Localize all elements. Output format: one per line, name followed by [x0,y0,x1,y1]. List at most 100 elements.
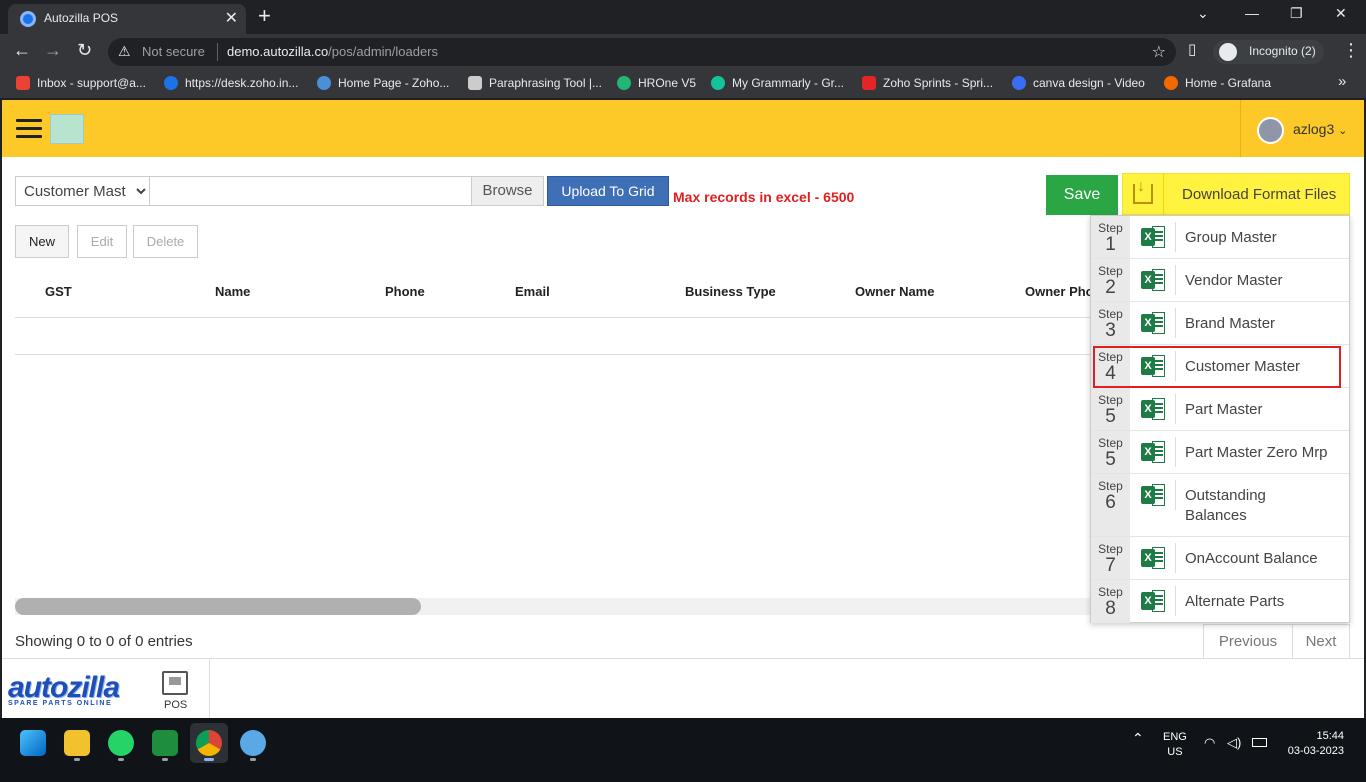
file-explorer-icon[interactable] [64,730,90,756]
edit-button[interactable]: Edit [77,225,127,258]
bookmark-label: Home Page - Zoho... [338,76,450,90]
bookmark-item[interactable]: My Grammarly - Gr... [711,76,844,90]
back-arrow-icon[interactable]: ← [13,40,31,61]
pos-icon[interactable] [162,671,188,695]
column-header-phone[interactable]: Phone [385,284,425,299]
dropdown-item-customer-master[interactable]: Step 4 X Customer Master [1091,345,1349,388]
paint-icon[interactable] [240,730,266,756]
column-header-gst[interactable]: GST [45,284,72,299]
bookmarks-overflow-button[interactable]: » [1338,73,1346,90]
restore-icon[interactable]: ❐ [1290,5,1303,22]
item-divider [1175,543,1176,573]
volume-icon[interactable]: ◁) [1227,735,1241,751]
column-header-business-type[interactable]: Business Type [685,284,776,299]
chrome-icon[interactable] [196,730,222,756]
dropdown-item-label: Part Master Zero Mrp [1185,444,1328,461]
google-chat-icon[interactable] [152,730,178,756]
battery-icon[interactable] [1252,738,1267,747]
clock-date: 03-03-2023 [1287,745,1344,757]
step-badge: Step 4 [1091,345,1130,387]
dropdown-item-label: Brand Master [1185,315,1276,332]
master-type-select[interactable]: Customer Mast [15,176,150,206]
bookmark-star-icon[interactable]: ☆ [1152,42,1166,62]
step-number: 1 [1105,234,1116,255]
bookmark-item[interactable]: https://desk.zoho.in... [164,76,298,90]
zoho-desk-icon [164,76,178,90]
app-logo[interactable] [50,114,84,144]
tab-search-icon[interactable]: ⌄ [1197,5,1209,22]
next-page-button[interactable]: Next [1292,624,1350,659]
reload-icon[interactable]: ↻ [77,40,92,61]
step-badge: Step 3 [1091,302,1130,344]
address-bar[interactable]: ⚠ Not secure demo.autozilla.co/pos/admin… [108,38,1176,66]
user-menu[interactable]: azlog3 ⌄ [1240,100,1364,157]
bookmark-item[interactable]: Paraphrasing Tool |... [468,76,602,90]
file-path-input[interactable] [150,176,472,206]
bookmark-item[interactable]: HROne V5 [617,76,696,90]
dropdown-item-part-master[interactable]: Step 5 X Part Master [1091,388,1349,431]
bookmark-label: https://desk.zoho.in... [185,76,299,90]
dropdown-item-vendor-master[interactable]: Step 2 X Vendor Master [1091,259,1349,302]
menu-kebab-icon[interactable]: ⋮ [1342,40,1360,61]
bookmark-item[interactable]: Inbox - support@a... [16,76,146,90]
excel-icon: X [1141,312,1165,334]
step-badge: Step 2 [1091,259,1130,301]
dropdown-item-onaccount-balance[interactable]: Step 7 X OnAccount Balance [1091,537,1349,580]
step-badge: Step 8 [1091,580,1130,623]
bookmark-item[interactable]: Home - Grafana [1164,76,1271,90]
dropdown-item-part-master-zero-mrp[interactable]: Step 5 X Part Master Zero Mrp [1091,431,1349,474]
upload-to-grid-button[interactable]: Upload To Grid [547,176,669,206]
system-clock[interactable]: 15:44 03-03-2023 [1288,729,1344,759]
item-divider [1175,394,1176,424]
gmail-icon [16,76,30,90]
step-number: 5 [1105,406,1116,427]
step-number: 5 [1105,449,1116,470]
hamburger-menu-icon[interactable] [16,119,42,139]
column-header-name[interactable]: Name [215,284,250,299]
browse-button[interactable]: Browse [471,176,544,206]
scrollbar-thumb[interactable] [15,598,421,615]
dropdown-item-label: Alternate Parts [1185,593,1285,610]
autozilla-logo[interactable]: autozilla SPARE PARTS ONLINE [8,671,136,711]
download-format-files-button[interactable]: Download Format Files [1122,173,1350,216]
language-indicator[interactable]: ENG US [1163,730,1187,760]
minimize-icon[interactable]: — [1245,5,1259,21]
dropdown-item-outstanding-balances[interactable]: Step 6 X Outstanding Balances [1091,474,1349,537]
window-close-icon[interactable]: ✕ [1335,5,1347,22]
step-label: Step [1098,307,1123,321]
forward-arrow-icon[interactable]: → [44,40,62,61]
column-header-owner-name[interactable]: Owner Name [855,284,934,299]
wifi-icon[interactable]: ◠ [1204,735,1215,751]
windows-start-icon[interactable] [20,730,46,756]
previous-page-button[interactable]: Previous [1203,624,1293,659]
step-label: Step [1098,585,1123,599]
hrone-icon [617,76,631,90]
bookmark-item[interactable]: Home Page - Zoho... [317,76,449,90]
bookmark-item[interactable]: Zoho Sprints - Spri... [862,76,993,90]
side-panel-icon[interactable]: ▯ [1188,40,1196,58]
show-hidden-icons-chevron-icon[interactable]: ⌃ [1132,730,1144,747]
step-label: Step [1098,350,1123,364]
save-button[interactable]: Save [1046,175,1118,215]
pos-label[interactable]: POS [164,699,187,711]
region-label: US [1167,746,1183,758]
url-path: /pos/admin/loaders [328,44,439,59]
dropdown-item-group-master[interactable]: Step 1 X Group Master [1091,216,1349,259]
new-button[interactable]: New [15,225,69,258]
close-tab-icon[interactable]: ✕ [225,8,238,28]
new-tab-button[interactable]: + [258,3,271,29]
incognito-indicator[interactable]: Incognito (2) [1213,40,1324,64]
whatsapp-icon[interactable] [108,730,134,756]
column-header-owner-phone[interactable]: Owner Pho [1025,284,1094,299]
dropdown-item-label: OnAccount Balance [1185,550,1318,567]
step-label: Step [1098,542,1123,556]
delete-button[interactable]: Delete [133,225,198,258]
dropdown-item-brand-master[interactable]: Step 3 X Brand Master [1091,302,1349,345]
column-header-email[interactable]: Email [515,284,550,299]
dropdown-item-alternate-parts[interactable]: Step 8 X Alternate Parts [1091,580,1349,623]
bookmark-item[interactable]: canva design - Video [1012,76,1145,90]
running-indicator [118,758,124,761]
browser-tab[interactable]: Autozilla POS ✕ [8,4,246,34]
download-format-dropdown: Step 1 X Group Master Step 2 X Vendor Mast… [1090,215,1350,623]
excel-icon: X [1141,441,1165,463]
